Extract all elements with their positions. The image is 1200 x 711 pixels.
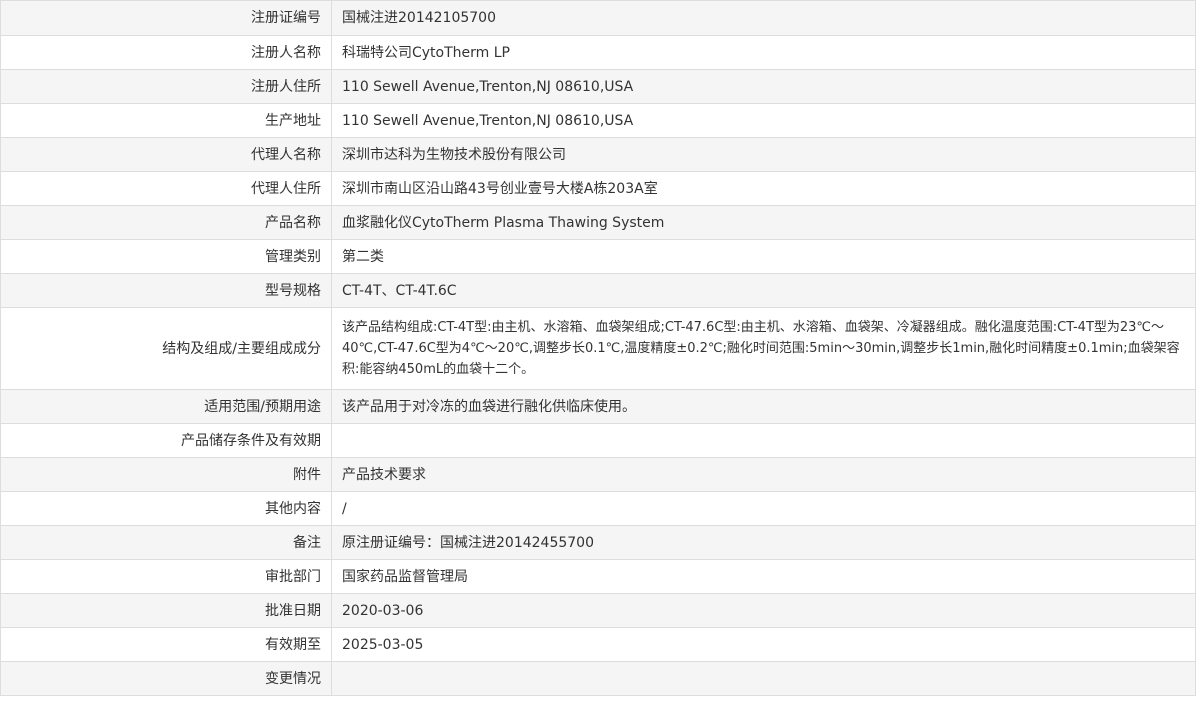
table-row: 代理人住所 深圳市南山区沿山路43号创业壹号大楼A栋203A室 bbox=[0, 171, 1196, 206]
row-label-approval-department: 审批部门 bbox=[0, 559, 332, 594]
table-row: 注册证编号 国械注进20142105700 bbox=[0, 0, 1196, 36]
table-row: 备注 原注册证编号：国械注进20142455700 bbox=[0, 525, 1196, 560]
row-label-model-spec: 型号规格 bbox=[0, 273, 332, 308]
row-label-structure-composition: 结构及组成/主要组成成分 bbox=[0, 307, 332, 390]
row-label-registration-number: 注册证编号 bbox=[0, 0, 332, 36]
row-label-registrant-address: 注册人住所 bbox=[0, 69, 332, 104]
row-label-other-content: 其他内容 bbox=[0, 491, 332, 526]
row-value-production-address: 110 Sewell Avenue,Trenton,NJ 08610,USA bbox=[331, 103, 1196, 138]
row-value-approval-department: 国家药品监督管理局 bbox=[331, 559, 1196, 594]
row-label-change-status: 变更情况 bbox=[0, 661, 332, 696]
row-label-management-category: 管理类别 bbox=[0, 239, 332, 274]
table-row: 适用范围/预期用途 该产品用于对冷冻的血袋进行融化供临床使用。 bbox=[0, 389, 1196, 424]
table-row: 产品名称 血浆融化仪CytoTherm Plasma Thawing Syste… bbox=[0, 205, 1196, 240]
table-row: 批准日期 2020-03-06 bbox=[0, 593, 1196, 628]
table-row: 其他内容 / bbox=[0, 491, 1196, 526]
registration-details-table-container: 注册证编号 国械注进20142105700 注册人名称 科瑞特公司CytoThe… bbox=[0, 0, 1196, 696]
table-row: 型号规格 CT-4T、CT-4T.6C bbox=[0, 273, 1196, 308]
table-row: 注册人住所 110 Sewell Avenue,Trenton,NJ 08610… bbox=[0, 69, 1196, 104]
page-right-margin bbox=[1196, 0, 1200, 711]
row-label-approval-date: 批准日期 bbox=[0, 593, 332, 628]
row-value-management-category: 第二类 bbox=[331, 239, 1196, 274]
row-label-registrant-name: 注册人名称 bbox=[0, 35, 332, 70]
table-row: 代理人名称 深圳市达科为生物技术股份有限公司 bbox=[0, 137, 1196, 172]
row-value-storage-validity bbox=[331, 423, 1196, 458]
row-value-agent-name: 深圳市达科为生物技术股份有限公司 bbox=[331, 137, 1196, 172]
table-row: 生产地址 110 Sewell Avenue,Trenton,NJ 08610,… bbox=[0, 103, 1196, 138]
row-value-structure-composition: 该产品结构组成:CT-4T型:由主机、水溶箱、血袋架组成;CT-47.6C型:由… bbox=[331, 307, 1196, 390]
table-row: 审批部门 国家药品监督管理局 bbox=[0, 559, 1196, 594]
registration-details-table: 注册证编号 国械注进20142105700 注册人名称 科瑞特公司CytoThe… bbox=[0, 0, 1196, 696]
row-label-agent-address: 代理人住所 bbox=[0, 171, 332, 206]
row-value-registrant-name: 科瑞特公司CytoTherm LP bbox=[331, 35, 1196, 70]
table-row: 管理类别 第二类 bbox=[0, 239, 1196, 274]
row-label-production-address: 生产地址 bbox=[0, 103, 332, 138]
row-value-registrant-address: 110 Sewell Avenue,Trenton,NJ 08610,USA bbox=[331, 69, 1196, 104]
row-label-attachment: 附件 bbox=[0, 457, 332, 492]
row-value-intended-use: 该产品用于对冷冻的血袋进行融化供临床使用。 bbox=[331, 389, 1196, 424]
row-value-remarks: 原注册证编号：国械注进20142455700 bbox=[331, 525, 1196, 560]
row-label-remarks: 备注 bbox=[0, 525, 332, 560]
table-row: 产品储存条件及有效期 bbox=[0, 423, 1196, 458]
table-row: 注册人名称 科瑞特公司CytoTherm LP bbox=[0, 35, 1196, 70]
row-label-storage-validity: 产品储存条件及有效期 bbox=[0, 423, 332, 458]
row-label-product-name: 产品名称 bbox=[0, 205, 332, 240]
row-value-product-name: 血浆融化仪CytoTherm Plasma Thawing System bbox=[331, 205, 1196, 240]
table-row: 有效期至 2025-03-05 bbox=[0, 627, 1196, 662]
row-value-attachment: 产品技术要求 bbox=[331, 457, 1196, 492]
row-value-valid-until: 2025-03-05 bbox=[331, 627, 1196, 662]
row-value-registration-number: 国械注进20142105700 bbox=[331, 0, 1196, 36]
row-value-approval-date: 2020-03-06 bbox=[331, 593, 1196, 628]
table-row: 结构及组成/主要组成成分 该产品结构组成:CT-4T型:由主机、水溶箱、血袋架组… bbox=[0, 307, 1196, 390]
row-label-valid-until: 有效期至 bbox=[0, 627, 332, 662]
row-value-model-spec: CT-4T、CT-4T.6C bbox=[331, 273, 1196, 308]
row-value-change-status bbox=[331, 661, 1196, 696]
row-value-other-content: / bbox=[331, 491, 1196, 526]
table-row: 变更情况 bbox=[0, 661, 1196, 696]
table-row: 附件 产品技术要求 bbox=[0, 457, 1196, 492]
row-label-agent-name: 代理人名称 bbox=[0, 137, 332, 172]
row-label-intended-use: 适用范围/预期用途 bbox=[0, 389, 332, 424]
row-value-agent-address: 深圳市南山区沿山路43号创业壹号大楼A栋203A室 bbox=[331, 171, 1196, 206]
